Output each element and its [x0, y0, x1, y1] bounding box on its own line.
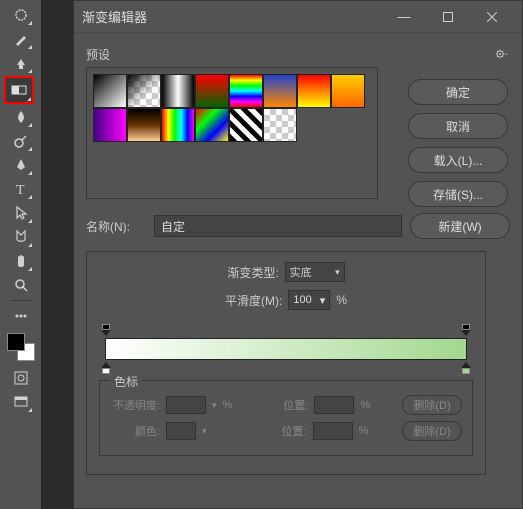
- minimize-button[interactable]: —: [382, 2, 426, 32]
- opacity-input[interactable]: [166, 396, 206, 414]
- gradient-preview-area: [99, 326, 473, 372]
- tool-clone-stamp[interactable]: [9, 52, 33, 74]
- preset-swatch[interactable]: [161, 108, 195, 142]
- preset-swatch[interactable]: [263, 74, 297, 108]
- preset-swatch[interactable]: [229, 108, 263, 142]
- ok-button[interactable]: 确定: [408, 79, 508, 105]
- titlebar: 渐变编辑器 —: [74, 1, 522, 33]
- tool-quickmask[interactable]: [9, 367, 33, 389]
- tool-hand[interactable]: [9, 250, 33, 272]
- dialog-title: 渐变编辑器: [82, 7, 382, 26]
- cancel-button[interactable]: 取消: [408, 113, 508, 139]
- preset-swatch[interactable]: [297, 74, 331, 108]
- tool-brush[interactable]: [9, 28, 33, 50]
- opacity-stop-right[interactable]: [461, 326, 471, 336]
- tools-panel: T: [0, 0, 42, 509]
- tool-zoom[interactable]: [9, 274, 33, 296]
- color-label: 颜色:: [110, 423, 160, 439]
- close-button[interactable]: [470, 2, 514, 32]
- presets-grid: [86, 67, 378, 199]
- opacity-position-label: 位置:: [258, 397, 308, 413]
- new-button[interactable]: 新建(W): [410, 213, 510, 239]
- tool-path-select[interactable]: [9, 202, 33, 224]
- preset-swatch[interactable]: [93, 108, 127, 142]
- color-stop-right[interactable]: [461, 362, 471, 372]
- smoothness-label: 平滑度(M):: [225, 292, 282, 309]
- preset-swatch[interactable]: [331, 74, 365, 108]
- tool-edit-toolbar[interactable]: [9, 305, 33, 327]
- stops-group-label: 色标: [110, 373, 142, 390]
- percent-label: %: [336, 293, 347, 307]
- tool-dodge[interactable]: [9, 130, 33, 152]
- tool-screenmode[interactable]: [9, 391, 33, 413]
- name-input[interactable]: [154, 215, 402, 237]
- preset-swatch[interactable]: [195, 108, 229, 142]
- name-label: 名称(N):: [86, 218, 146, 235]
- save-button[interactable]: 存储(S)...: [408, 181, 508, 207]
- tool-spot-healing[interactable]: [9, 4, 33, 26]
- maximize-button[interactable]: [426, 2, 470, 32]
- color-position-label: 位置:: [257, 423, 307, 439]
- preset-swatch[interactable]: [263, 108, 297, 142]
- tool-shape[interactable]: [9, 226, 33, 248]
- presets-menu-button[interactable]: [492, 45, 510, 63]
- smoothness-input[interactable]: 100▾: [288, 290, 330, 310]
- load-button[interactable]: 载入(L)...: [408, 147, 508, 173]
- gradient-bar[interactable]: [105, 338, 467, 360]
- color-swatches[interactable]: [7, 333, 35, 361]
- preset-swatch[interactable]: [229, 74, 263, 108]
- tool-pen[interactable]: [9, 154, 33, 176]
- svg-text:T: T: [16, 183, 25, 197]
- preset-swatch[interactable]: [127, 74, 161, 108]
- gradient-type-select[interactable]: 实底▾: [285, 262, 345, 282]
- opacity-stop-left[interactable]: [101, 326, 111, 336]
- preset-swatch[interactable]: [93, 74, 127, 108]
- preset-swatch[interactable]: [161, 74, 195, 108]
- gradient-editor-dialog: 渐变编辑器 — 预设 确定 取消 载入(L).: [73, 0, 523, 509]
- tool-type[interactable]: T: [9, 178, 33, 200]
- preset-swatch[interactable]: [127, 108, 161, 142]
- gradient-type-label: 渐变类型:: [227, 264, 278, 281]
- tool-blur[interactable]: [9, 106, 33, 128]
- presets-label: 预设: [86, 46, 492, 63]
- delete-opacity-button[interactable]: 删除(D): [402, 395, 462, 415]
- opacity-label: 不透明度:: [110, 397, 160, 413]
- color-position-input[interactable]: [313, 422, 353, 440]
- delete-color-button[interactable]: 删除(D): [402, 421, 462, 441]
- tool-gradient[interactable]: [4, 76, 34, 104]
- foreground-color-swatch[interactable]: [7, 333, 25, 351]
- color-stop-left[interactable]: [101, 362, 111, 372]
- gradient-editor-panel: 渐变类型: 实底▾ 平滑度(M): 100▾ % 色标: [86, 251, 486, 475]
- opacity-position-input[interactable]: [314, 396, 354, 414]
- color-swatch-input[interactable]: [166, 422, 196, 440]
- preset-swatch[interactable]: [195, 74, 229, 108]
